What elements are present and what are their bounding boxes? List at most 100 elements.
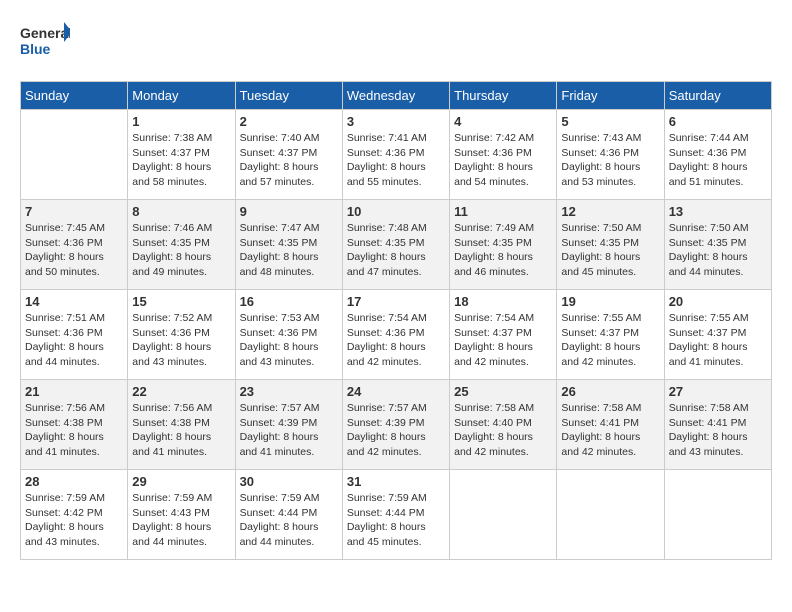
- day-number: 24: [347, 384, 445, 399]
- day-number: 17: [347, 294, 445, 309]
- day-info: Sunrise: 7:55 AMSunset: 4:37 PMDaylight:…: [561, 311, 659, 370]
- day-info: Sunrise: 7:50 AMSunset: 4:35 PMDaylight:…: [561, 221, 659, 280]
- calendar-cell: 22 Sunrise: 7:56 AMSunset: 4:38 PMDayligh…: [128, 380, 235, 470]
- day-info: Sunrise: 7:54 AMSunset: 4:37 PMDaylight:…: [454, 311, 552, 370]
- calendar-cell: 5 Sunrise: 7:43 AMSunset: 4:36 PMDaylight…: [557, 110, 664, 200]
- calendar-cell: 17Sunrise: 7:54 AMSunset: 4:36 PMDayligh…: [342, 290, 449, 380]
- calendar-cell: 9Sunrise: 7:47 AMSunset: 4:35 PMDaylight…: [235, 200, 342, 290]
- day-number: 12: [561, 204, 659, 219]
- calendar-week-row: 14 Sunrise: 7:51 AMSunset: 4:36 PMDayligh…: [21, 290, 772, 380]
- day-number: 2: [240, 114, 338, 129]
- calendar-cell: 28 Sunrise: 7:59 AMSunset: 4:42 PMDayligh…: [21, 470, 128, 560]
- weekday-header-saturday: Saturday: [664, 82, 771, 110]
- calendar-week-row: 21Sunrise: 7:56 AMSunset: 4:38 PMDayligh…: [21, 380, 772, 470]
- calendar-week-row: 7 Sunrise: 7:45 AMSunset: 4:36 PMDaylight…: [21, 200, 772, 290]
- calendar-cell: 21Sunrise: 7:56 AMSunset: 4:38 PMDayligh…: [21, 380, 128, 470]
- day-number: 16: [240, 294, 338, 309]
- calendar-cell: 2Sunrise: 7:40 AMSunset: 4:37 PMDaylight…: [235, 110, 342, 200]
- calendar-cell: 14 Sunrise: 7:51 AMSunset: 4:36 PMDayligh…: [21, 290, 128, 380]
- calendar-cell: [450, 470, 557, 560]
- calendar-cell: 26Sunrise: 7:58 AMSunset: 4:41 PMDayligh…: [557, 380, 664, 470]
- day-info: Sunrise: 7:43 AMSunset: 4:36 PMDaylight:…: [561, 131, 659, 190]
- weekday-header-monday: Monday: [128, 82, 235, 110]
- day-number: 15: [132, 294, 230, 309]
- day-number: 14: [25, 294, 123, 309]
- calendar-header-row: SundayMondayTuesdayWednesdayThursdayFrid…: [21, 82, 772, 110]
- day-info: Sunrise: 7:56 AMSunset: 4:38 PMDaylight:…: [132, 401, 230, 460]
- day-info: Sunrise: 7:59 AMSunset: 4:44 PMDaylight:…: [347, 491, 445, 550]
- day-number: 28: [25, 474, 123, 489]
- day-number: 19: [561, 294, 659, 309]
- calendar-cell: 12 Sunrise: 7:50 AMSunset: 4:35 PMDayligh…: [557, 200, 664, 290]
- calendar-week-row: 1Sunrise: 7:38 AMSunset: 4:37 PMDaylight…: [21, 110, 772, 200]
- day-info: Sunrise: 7:42 AMSunset: 4:36 PMDaylight:…: [454, 131, 552, 190]
- calendar-cell: [21, 110, 128, 200]
- day-info: Sunrise: 7:46 AMSunset: 4:35 PMDaylight:…: [132, 221, 230, 280]
- calendar-table: SundayMondayTuesdayWednesdayThursdayFrid…: [20, 81, 772, 560]
- day-info: Sunrise: 7:48 AMSunset: 4:35 PMDaylight:…: [347, 221, 445, 280]
- calendar-cell: 20Sunrise: 7:55 AMSunset: 4:37 PMDayligh…: [664, 290, 771, 380]
- day-info: Sunrise: 7:55 AMSunset: 4:37 PMDaylight:…: [669, 311, 767, 370]
- day-number: 30: [240, 474, 338, 489]
- day-info: Sunrise: 7:45 AMSunset: 4:36 PMDaylight:…: [25, 221, 123, 280]
- day-number: 1: [132, 114, 230, 129]
- logo-svg: General Blue: [20, 20, 70, 65]
- day-number: 27: [669, 384, 767, 399]
- day-info: Sunrise: 7:53 AMSunset: 4:36 PMDaylight:…: [240, 311, 338, 370]
- svg-text:General: General: [20, 25, 70, 41]
- weekday-header-wednesday: Wednesday: [342, 82, 449, 110]
- calendar-cell: 24 Sunrise: 7:57 AMSunset: 4:39 PMDayligh…: [342, 380, 449, 470]
- calendar-cell: 23 Sunrise: 7:57 AMSunset: 4:39 PMDayligh…: [235, 380, 342, 470]
- day-number: 5: [561, 114, 659, 129]
- day-number: 22: [132, 384, 230, 399]
- day-number: 23: [240, 384, 338, 399]
- calendar-cell: 13Sunrise: 7:50 AMSunset: 4:35 PMDayligh…: [664, 200, 771, 290]
- calendar-week-row: 28 Sunrise: 7:59 AMSunset: 4:42 PMDayligh…: [21, 470, 772, 560]
- day-info: Sunrise: 7:52 AMSunset: 4:36 PMDaylight:…: [132, 311, 230, 370]
- calendar-cell: 7 Sunrise: 7:45 AMSunset: 4:36 PMDaylight…: [21, 200, 128, 290]
- calendar-cell: 18 Sunrise: 7:54 AMSunset: 4:37 PMDayligh…: [450, 290, 557, 380]
- calendar-cell: 30Sunrise: 7:59 AMSunset: 4:44 PMDayligh…: [235, 470, 342, 560]
- day-info: Sunrise: 7:59 AMSunset: 4:42 PMDaylight:…: [25, 491, 123, 550]
- day-info: Sunrise: 7:44 AMSunset: 4:36 PMDaylight:…: [669, 131, 767, 190]
- day-info: Sunrise: 7:51 AMSunset: 4:36 PMDaylight:…: [25, 311, 123, 370]
- day-info: Sunrise: 7:57 AMSunset: 4:39 PMDaylight:…: [347, 401, 445, 460]
- day-info: Sunrise: 7:56 AMSunset: 4:38 PMDaylight:…: [25, 401, 123, 460]
- calendar-cell: 8 Sunrise: 7:46 AMSunset: 4:35 PMDaylight…: [128, 200, 235, 290]
- calendar-cell: [557, 470, 664, 560]
- day-number: 7: [25, 204, 123, 219]
- day-info: Sunrise: 7:58 AMSunset: 4:41 PMDaylight:…: [561, 401, 659, 460]
- calendar-cell: 3 Sunrise: 7:41 AMSunset: 4:36 PMDaylight…: [342, 110, 449, 200]
- day-info: Sunrise: 7:58 AMSunset: 4:41 PMDaylight:…: [669, 401, 767, 460]
- calendar-cell: 31Sunrise: 7:59 AMSunset: 4:44 PMDayligh…: [342, 470, 449, 560]
- calendar-cell: 10 Sunrise: 7:48 AMSunset: 4:35 PMDayligh…: [342, 200, 449, 290]
- day-number: 10: [347, 204, 445, 219]
- day-number: 11: [454, 204, 552, 219]
- day-info: Sunrise: 7:58 AMSunset: 4:40 PMDaylight:…: [454, 401, 552, 460]
- weekday-header-sunday: Sunday: [21, 82, 128, 110]
- calendar-cell: 27 Sunrise: 7:58 AMSunset: 4:41 PMDayligh…: [664, 380, 771, 470]
- calendar-cell: 19 Sunrise: 7:55 AMSunset: 4:37 PMDayligh…: [557, 290, 664, 380]
- day-number: 13: [669, 204, 767, 219]
- calendar-cell: 6Sunrise: 7:44 AMSunset: 4:36 PMDaylight…: [664, 110, 771, 200]
- calendar-cell: 4 Sunrise: 7:42 AMSunset: 4:36 PMDaylight…: [450, 110, 557, 200]
- day-info: Sunrise: 7:49 AMSunset: 4:35 PMDaylight:…: [454, 221, 552, 280]
- day-info: Sunrise: 7:41 AMSunset: 4:36 PMDaylight:…: [347, 131, 445, 190]
- day-number: 4: [454, 114, 552, 129]
- day-number: 8: [132, 204, 230, 219]
- calendar-cell: 29 Sunrise: 7:59 AMSunset: 4:43 PMDayligh…: [128, 470, 235, 560]
- day-number: 3: [347, 114, 445, 129]
- calendar-cell: 1Sunrise: 7:38 AMSunset: 4:37 PMDaylight…: [128, 110, 235, 200]
- day-number: 9: [240, 204, 338, 219]
- day-number: 29: [132, 474, 230, 489]
- day-info: Sunrise: 7:57 AMSunset: 4:39 PMDaylight:…: [240, 401, 338, 460]
- weekday-header-tuesday: Tuesday: [235, 82, 342, 110]
- logo: General Blue: [20, 20, 70, 65]
- calendar-cell: 15 Sunrise: 7:52 AMSunset: 4:36 PMDayligh…: [128, 290, 235, 380]
- calendar-cell: 11 Sunrise: 7:49 AMSunset: 4:35 PMDayligh…: [450, 200, 557, 290]
- day-number: 18: [454, 294, 552, 309]
- calendar-cell: 16 Sunrise: 7:53 AMSunset: 4:36 PMDayligh…: [235, 290, 342, 380]
- day-info: Sunrise: 7:59 AMSunset: 4:43 PMDaylight:…: [132, 491, 230, 550]
- weekday-header-friday: Friday: [557, 82, 664, 110]
- svg-text:Blue: Blue: [20, 41, 51, 57]
